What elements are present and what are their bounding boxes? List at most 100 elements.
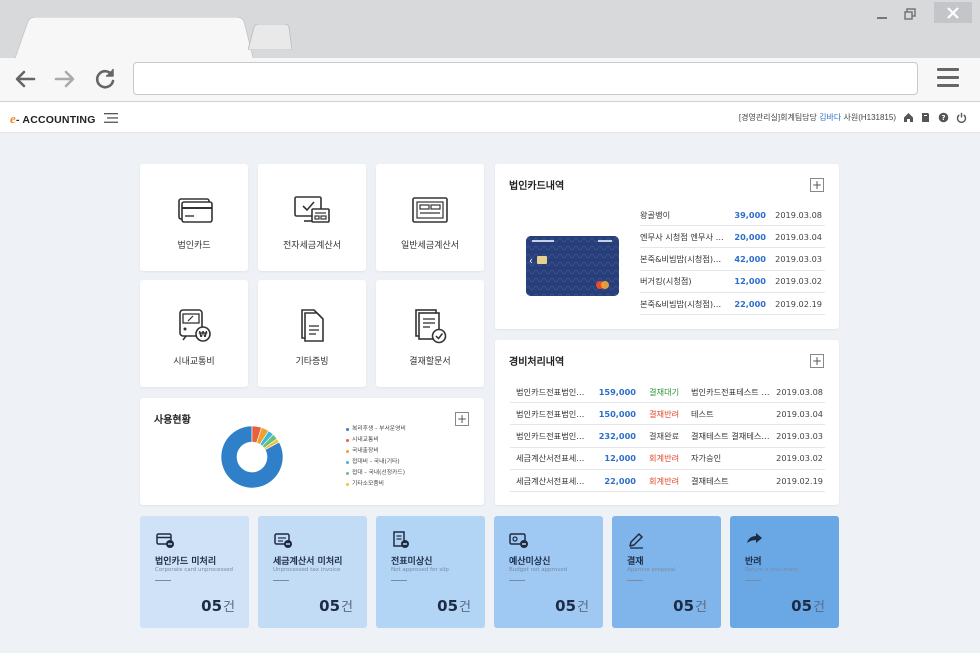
credit-card-icon [156,533,174,548]
amount: 22,000 [604,475,636,486]
browser-tab-active[interactable] [14,17,254,61]
e-tax-invoice-icon [294,196,330,223]
reload-icon[interactable] [92,66,118,92]
forward-arrow-icon[interactable] [52,66,78,92]
amount: 232,000 [598,431,636,442]
logout-power-icon[interactable] [956,112,967,123]
browser-new-tab[interactable] [248,24,292,50]
app-logo[interactable]: e- ACCOUNTING [10,111,96,127]
browser-menu-icon[interactable] [937,68,959,88]
usage-panel: 사용현황 + [140,398,484,505]
date: 2019.03.02 [776,453,823,464]
close-icon [947,6,959,19]
user-title: 사원(H131815) [843,113,896,122]
home-icon[interactable] [903,112,914,123]
tile-documents-to-approve[interactable]: 결재할문서 [376,280,484,387]
card-history-row[interactable]: 본죽&비빔밥(시청점)본... 42,000 2019.03.03 [640,249,825,271]
summary-divider [627,580,643,581]
summary-card[interactable]: 법인카드 미처리 Corporate card unprocessed 05건 [140,516,249,628]
legend-label: 접대비 - 국내(기타) [352,459,400,465]
app-header: e- ACCOUNTING [경영관리실]회계팀담당 김바다 사원(H13181… [0,102,980,133]
legend-label: 기타소모품비 [352,481,384,487]
summary-subtitle: Unprocessed tax invoice [273,567,341,573]
browser-toolbar [0,58,980,102]
description: 법인카드전표테스트 법... [691,386,775,397]
summary-divider [509,580,525,581]
date: 2019.03.08 [775,209,822,220]
expense-history-row[interactable]: 법인카드전표법인카... 159,000 결재대기 법인카드전표테스트 법... 201… [510,381,825,403]
card-history-row[interactable]: 버거킹(시청점) 12,000 2019.03.02 [640,271,825,293]
legend-label: 복리후생 - 부서운영비 [352,426,406,432]
summary-title: 전표미상신 [391,557,433,567]
amount: 150,000 [598,408,636,419]
card-history-row[interactable]: 왕골뱅이 39,000 2019.03.08 [640,204,825,226]
credit-card-icon [178,198,213,223]
count-value: 05 [791,597,813,615]
expense-history-row[interactable]: 세금계산서전표세금... 12,000 회계반려 자가승인 2019.03.02 [510,448,825,470]
summary-title: 결재 [627,557,644,567]
summary-card[interactable]: 전표미상신 Not approved for slip 05건 [376,516,485,628]
status-label: 결재반려 [649,408,680,419]
summary-title: 세금계산서 미처리 [273,557,343,567]
corporate-card-image [526,236,619,296]
expense-history-more-button[interactable]: + [810,354,824,368]
summary-count: 05건 [555,596,589,615]
summary-card[interactable]: 결재 Approve proposal 05건 [612,516,721,628]
approval-document-icon [415,309,447,344]
manual-book-icon[interactable] [920,112,931,123]
documents-icon [301,309,324,342]
date: 2019.02.19 [776,475,823,486]
summary-subtitle: Return a document [745,567,798,573]
card-history-more-button[interactable]: + [810,178,824,192]
summary-card[interactable]: 세금계산서 미처리 Unprocessed tax invoice 05건 [258,516,367,628]
date: 2019.03.04 [776,408,823,419]
expense-history-row[interactable]: 법인카드전표법인카... 150,000 결재반려 테스트 2019.03.04 [510,403,825,426]
tile-label: 결재할문서 [409,357,451,367]
summary-card[interactable]: 반려 Return a document 05건 [730,516,839,628]
count-unit: 건 [577,600,589,615]
date: 2019.03.08 [776,386,823,397]
merchant-name: 엔무사 시청점 엔무사 시... [640,231,726,242]
summary-card[interactable]: 예산미상신 Budget not approved 05건 [494,516,603,628]
tax-invoice-icon [412,197,448,223]
return-arrow-icon [747,533,762,543]
summary-count: 05건 [791,596,825,615]
legend-item: 시내교통비 [346,435,406,446]
close-window-button[interactable] [934,2,972,23]
tile-other-evidence[interactable]: 기타증빙 [258,280,366,387]
usage-more-button[interactable]: + [455,412,469,426]
description: 결재테스트 결재테스트... [691,431,775,442]
summary-divider [155,580,171,581]
status-label: 회계반려 [649,475,680,486]
tile-general-tax-invoice[interactable]: 일반세금계산서 [376,164,484,271]
summary-divider [391,580,407,581]
minimize-button[interactable] [871,6,893,22]
user-name[interactable]: 김바다 [819,113,841,122]
restore-icon [904,8,916,20]
budget-icon [509,533,528,548]
status-label: 결재완료 [649,431,680,442]
count-value: 05 [437,597,459,615]
merchant-name: 버거킹(시청점) [640,276,692,287]
help-icon[interactable]: ? [938,112,949,123]
expense-history-row[interactable]: 세금계산서전표세금... 22,000 회계반려 결재테스트 2019.02.19 [510,470,825,493]
back-arrow-icon[interactable] [12,66,38,92]
card-history-row[interactable]: 본죽&비빔밥(시청점)본... 22,000 2019.02.19 [640,293,825,316]
legend-item: 접대 - 국내(선정카드) [346,468,406,479]
svg-text:?: ? [941,114,945,122]
legend-dot [346,450,349,453]
legend-dot [346,439,349,442]
tile-transit-expense[interactable]: ₩ 시내교통비 [140,280,248,387]
transit-icon: ₩ [179,309,211,342]
tile-e-tax-invoice[interactable]: 전자세금계산서 [258,164,366,271]
tile-corporate-card[interactable]: 법인카드 [140,164,248,271]
description: 테스트 [691,408,714,419]
expense-history-row[interactable]: 법인카드전표법인카... 232,000 결재완료 결재테스트 결재테스트... 201… [510,426,825,448]
restore-button[interactable] [899,6,921,22]
summary-title: 예산미상신 [509,557,551,567]
status-label: 결재대기 [649,386,680,397]
address-bar[interactable] [133,62,918,95]
sidebar-toggle-icon[interactable] [104,113,118,123]
summary-subtitle: Not approved for slip [391,567,449,573]
card-history-row[interactable]: 엔무사 시청점 엔무사 시... 20,000 2019.03.04 [640,226,825,249]
